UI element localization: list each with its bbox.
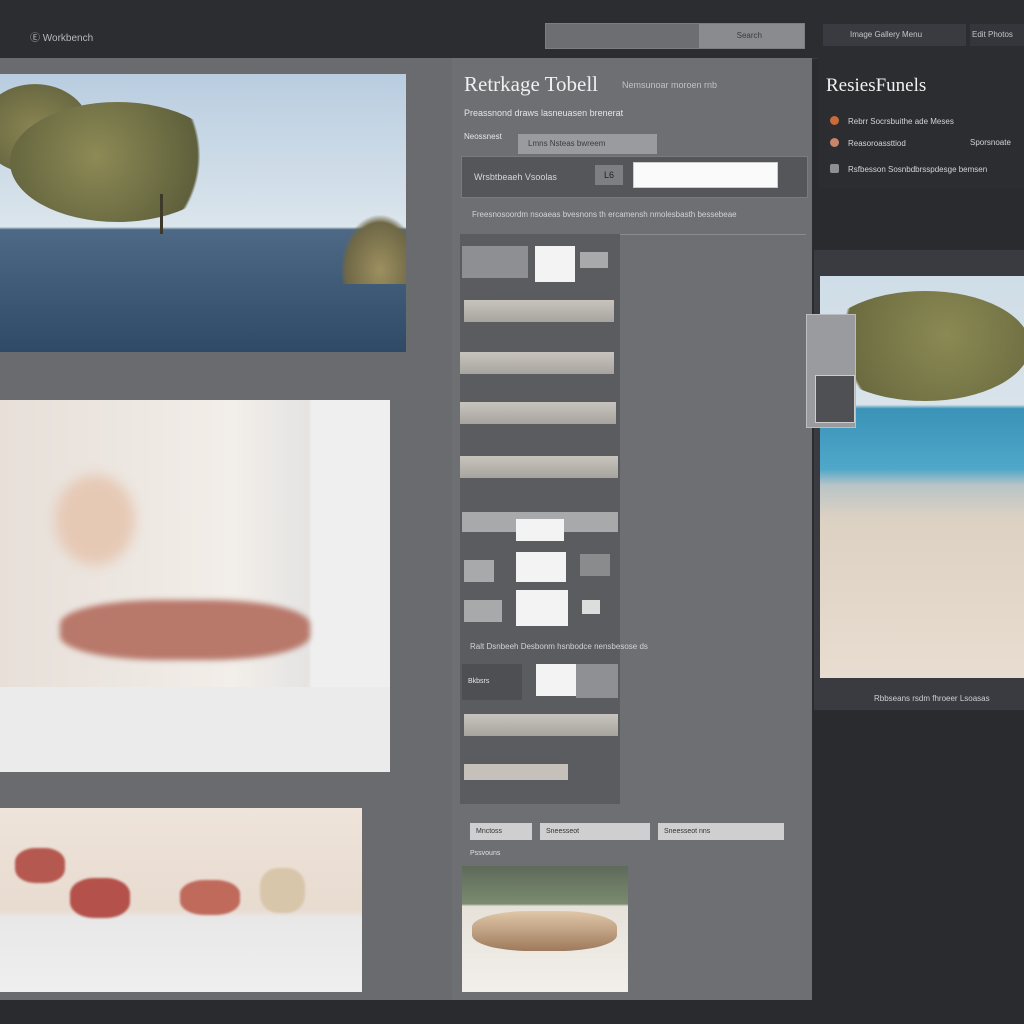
tree-shape bbox=[10, 102, 225, 222]
beach-caption: Rbbseans rsdm fhroeer Lsoasas bbox=[874, 694, 990, 703]
tree-trunk bbox=[160, 194, 163, 234]
thumbnail[interactable] bbox=[464, 764, 568, 780]
cloth-shape bbox=[60, 600, 310, 660]
resource-item[interactable]: Rebrr Socrsbuithe ade Meses bbox=[830, 116, 954, 126]
thumbnail-column[interactable]: Bkbsrs bbox=[460, 234, 620, 804]
food-shape bbox=[472, 911, 617, 951]
resource-right: Sporsnoate bbox=[970, 138, 1011, 147]
thumbnail[interactable] bbox=[536, 664, 576, 696]
thumbnail[interactable] bbox=[580, 252, 608, 268]
resources-title: ResiesFunels bbox=[826, 75, 927, 96]
floating-inner bbox=[815, 375, 855, 423]
resource-item[interactable]: Rsfbesson Sosnbdbrsspdesge bemsen bbox=[830, 164, 987, 174]
square-icon bbox=[830, 164, 839, 173]
food-piece bbox=[15, 848, 65, 883]
field-label: Neossnest bbox=[464, 132, 502, 141]
resource-label: Rebrr Socrsbuithe ade Meses bbox=[848, 117, 954, 126]
thumbnail[interactable] bbox=[516, 590, 568, 626]
image-bar[interactable] bbox=[460, 402, 616, 424]
floor-area bbox=[0, 687, 390, 772]
input-label: Wrsbtbeaeh Vsoolas bbox=[474, 172, 557, 182]
resource-label: Reasoroassttiod bbox=[848, 139, 906, 148]
top-search-bar[interactable]: Search bbox=[545, 23, 805, 49]
food-piece bbox=[70, 878, 130, 918]
food-piece bbox=[260, 868, 305, 913]
section-label: Pssvouns bbox=[470, 850, 501, 857]
mid-label: Ralt Dsnbeeh Desbonm hsnbodce nensbesose… bbox=[470, 642, 648, 651]
chip-button[interactable]: L6 bbox=[595, 165, 623, 185]
food-photo[interactable] bbox=[0, 808, 362, 992]
preview-image[interactable] bbox=[462, 866, 628, 992]
image-bar[interactable] bbox=[464, 714, 618, 736]
thumbnail[interactable] bbox=[516, 552, 566, 582]
thumbnail[interactable] bbox=[516, 519, 564, 541]
app-title: Ⓔ Workbench bbox=[30, 33, 94, 44]
interior-photo[interactable] bbox=[0, 400, 390, 772]
hint-text: Freesnosoordm nsoaeas bvesnons th ercame… bbox=[472, 210, 737, 219]
resource-item[interactable]: Reasoroassttiod Sporsnoate bbox=[830, 138, 1024, 148]
resource-label: Rsfbesson Sosnbdbrsspdesge bemsen bbox=[848, 165, 988, 174]
text-input[interactable] bbox=[633, 162, 778, 188]
panel-title: Retrkage Tobell bbox=[464, 72, 599, 96]
input-row: Wrsbtbeaeh Vsoolas L6 bbox=[461, 156, 808, 198]
reeds-shape bbox=[340, 214, 406, 284]
gallery-menu-button[interactable]: Image Gallery Menu bbox=[823, 24, 966, 46]
panel-title-sub: Nemsunoar moroen rnb bbox=[622, 80, 718, 90]
image-bar[interactable] bbox=[460, 456, 618, 478]
thumbnail[interactable] bbox=[464, 600, 502, 622]
blurred-figure bbox=[55, 475, 135, 565]
status-dot-icon bbox=[830, 116, 839, 125]
thumbnail[interactable] bbox=[535, 246, 575, 282]
thumbnail[interactable] bbox=[462, 246, 528, 278]
thumbnail[interactable] bbox=[580, 554, 610, 576]
thumbnail[interactable] bbox=[576, 664, 618, 698]
pill-button[interactable]: Sneesseot bbox=[540, 823, 650, 840]
status-dot-icon bbox=[830, 138, 839, 147]
lake-photo[interactable] bbox=[0, 74, 406, 352]
image-bar[interactable] bbox=[460, 352, 614, 374]
food-piece bbox=[180, 880, 240, 915]
button-label: Bkbsrs bbox=[468, 678, 490, 685]
panel-subtitle: Preassnond draws lasneuasen brenerat bbox=[464, 108, 624, 118]
top-bar: Ⓔ Workbench Search Image Gallery Menu Ed… bbox=[0, 0, 1024, 59]
pill-button[interactable]: Sneesseot nns bbox=[658, 823, 784, 840]
thumbnail[interactable] bbox=[464, 560, 494, 582]
thumbnail[interactable] bbox=[582, 600, 600, 614]
search-label: Search bbox=[736, 31, 762, 40]
floating-card[interactable] bbox=[806, 314, 856, 428]
edit-photos-button[interactable]: Edit Photos bbox=[970, 24, 1024, 46]
properties-panel: Retrkage Tobell Nemsunoar moroen rnb Pre… bbox=[452, 58, 812, 1000]
image-bar[interactable] bbox=[464, 300, 614, 322]
pill-button[interactable]: Mnctoss bbox=[470, 823, 532, 840]
field-value-box[interactable]: Lmns Nsteas bwreem bbox=[518, 134, 657, 154]
resources-panel: ResiesFunels Rebrr Socrsbuithe ade Meses… bbox=[818, 58, 1024, 188]
